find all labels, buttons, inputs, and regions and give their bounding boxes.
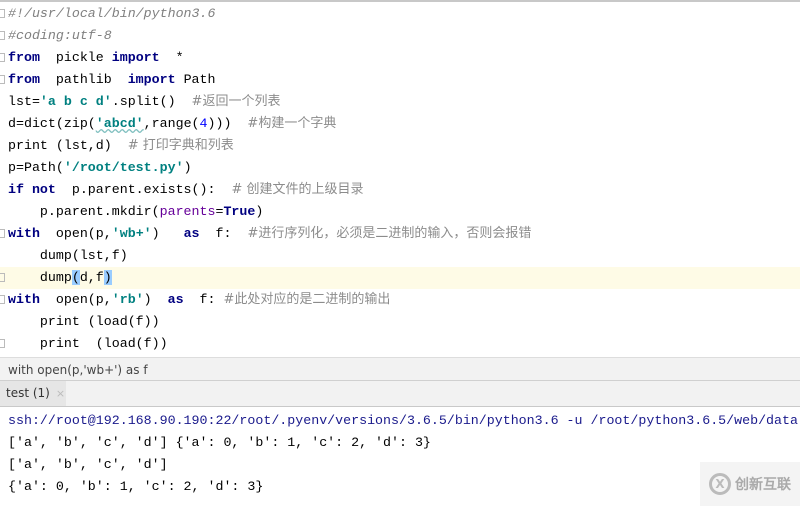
code-token: as (183, 226, 200, 241)
code-line[interactable]: from pickle import * (0, 47, 800, 69)
fold-marker-icon[interactable] (0, 9, 5, 18)
code-line[interactable]: dump(d,f) (0, 267, 800, 289)
code-token: d=dict(zip( (8, 116, 96, 131)
fold-marker-icon[interactable] (0, 339, 5, 348)
run-tab-bar: test (1) × (0, 381, 800, 407)
run-console-output[interactable]: ssh://root@192.168.90.190:22/root/.pyenv… (0, 410, 800, 498)
code-token: #此处对应的是二进制的输出 (223, 292, 391, 307)
code-token: lst= (8, 94, 40, 109)
code-token: with (8, 226, 40, 241)
code-line[interactable]: #!/usr/local/bin/python3.6 (0, 3, 800, 25)
code-line[interactable]: lst='a b c d'.split() #返回一个列表 (0, 91, 800, 113)
console-line: ['a', 'b', 'c', 'd'] (8, 457, 168, 472)
code-token: pathlib (39, 72, 128, 87)
code-token: ) (151, 226, 184, 241)
code-token: from (8, 50, 40, 65)
code-token: 4 (199, 116, 208, 131)
code-token: print (load(f)) (8, 314, 160, 329)
code-token: p.parent.mkdir( (8, 204, 160, 219)
code-line[interactable]: print (lst,d) # 打印字典和列表 (0, 135, 800, 157)
code-token: ,range( (143, 116, 200, 131)
code-line[interactable]: with open(p,'rb') as f: #此处对应的是二进制的输出 (0, 289, 800, 311)
code-token: ) (103, 270, 112, 285)
code-token: f: (199, 226, 248, 241)
watermark-text: 创新互联 (735, 477, 791, 493)
code-token: #进行序列化，必须是二进制的输入，否则会报错 (247, 226, 532, 241)
code-line[interactable]: dump(lst,f) (0, 245, 800, 267)
code-token: ) (143, 292, 168, 307)
console-line: {'a': 0, 'b': 1, 'c': 2, 'd': 3} (8, 479, 264, 494)
code-line[interactable]: if not p.parent.exists(): # 创建文件的上级目录 (0, 179, 800, 201)
fold-marker-icon[interactable] (0, 295, 5, 304)
code-line[interactable]: print (load(f)) (0, 333, 800, 355)
code-token: open(p, (39, 292, 112, 307)
code-token: # 创建文件的上级目录 (231, 182, 364, 197)
code-line[interactable]: with open(p,'wb+') as f: #进行序列化，必须是二进制的输… (0, 223, 800, 245)
code-line[interactable]: from pathlib import Path (0, 69, 800, 91)
code-token: pickle (39, 50, 112, 65)
console-line: ssh://root@192.168.90.190:22/root/.pyenv… (8, 413, 798, 428)
code-token: if not (8, 182, 56, 197)
code-token: print (lst,d) (8, 138, 128, 153)
code-token: ) (183, 160, 192, 175)
tab-label: test (1) (6, 386, 50, 400)
code-token: import (111, 50, 160, 65)
code-token: 'rb' (111, 292, 144, 307)
code-token: p.parent.exists(): (55, 182, 232, 197)
code-token: open(p, (39, 226, 112, 241)
code-token: Path (175, 72, 216, 87)
code-token: #构建一个字典 (247, 116, 337, 131)
fold-marker-icon[interactable] (0, 53, 5, 62)
code-token: import (127, 72, 176, 87)
fold-marker-icon[interactable] (0, 229, 5, 238)
fold-marker-icon[interactable] (0, 31, 5, 40)
fold-marker-icon[interactable] (0, 75, 5, 84)
code-token: with (8, 292, 40, 307)
code-token: #coding:utf-8 (8, 28, 112, 43)
tab-run-test[interactable]: test (1) × (0, 381, 66, 406)
code-token: 'abcd' (95, 116, 144, 131)
code-token: .split() (111, 94, 192, 109)
code-token: from (8, 72, 40, 87)
top-border (0, 0, 800, 2)
code-line[interactable]: p.parent.mkdir(parents=True) (0, 201, 800, 223)
code-token: #!/usr/local/bin/python3.6 (8, 6, 216, 21)
code-token: '/root/test.py' (63, 160, 184, 175)
code-token: f: (183, 292, 224, 307)
code-token: * (159, 50, 184, 65)
close-icon[interactable]: × (56, 387, 65, 400)
watermark: X 创新互联 (700, 462, 800, 506)
code-token: 'wb+' (111, 226, 152, 241)
code-token: p=Path( (8, 160, 64, 175)
code-token: #返回一个列表 (191, 94, 281, 109)
code-token: dump (8, 270, 72, 285)
code-line[interactable]: d=dict(zip('abcd',range(4))) #构建一个字典 (0, 113, 800, 135)
code-token: dump(lst,f) (8, 248, 128, 263)
code-token: True (223, 204, 256, 219)
code-editor[interactable]: #!/usr/local/bin/python3.6 #coding:utf-8 f… (0, 3, 800, 355)
code-line[interactable]: print (load(f)) (0, 311, 800, 333)
code-line[interactable]: #coding:utf-8 (0, 25, 800, 47)
code-token: d,f (79, 270, 104, 285)
code-token: print (load(f)) (8, 336, 168, 351)
code-token: as (167, 292, 184, 307)
fold-marker-icon[interactable] (0, 273, 5, 282)
watermark-logo-icon: X (709, 473, 731, 495)
code-token: ))) (207, 116, 248, 131)
console-line: ['a', 'b', 'c', 'd'] {'a': 0, 'b': 1, 'c… (8, 435, 431, 450)
breadcrumb[interactable]: with open(p,'wb+') as f (0, 357, 800, 381)
code-line[interactable]: p=Path('/root/test.py') (0, 157, 800, 179)
code-token: ( (71, 270, 80, 285)
code-token: ) (255, 204, 264, 219)
code-token: 'a b c d' (39, 94, 112, 109)
code-token: # 打印字典和列表 (127, 138, 234, 153)
code-token: parents (159, 204, 216, 219)
